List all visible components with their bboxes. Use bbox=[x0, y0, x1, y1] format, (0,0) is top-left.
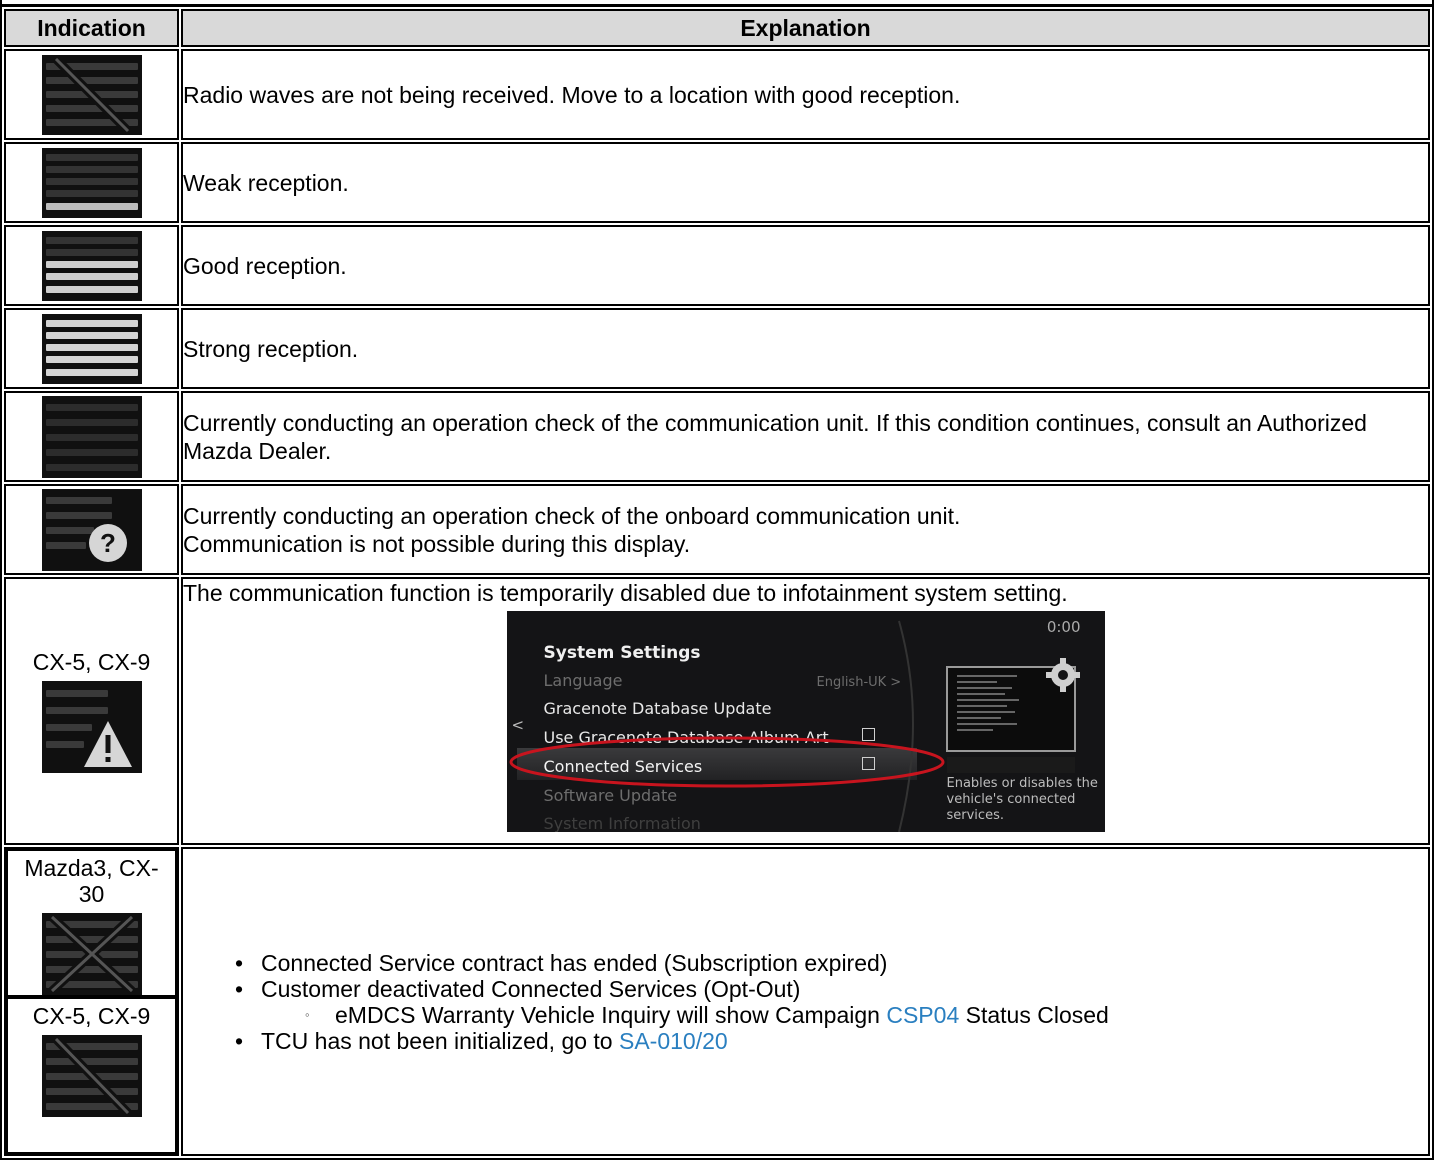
model-cell: CX-5, CX-9 bbox=[6, 997, 177, 1154]
table-row: Radio waves are not being received. Move… bbox=[4, 49, 1430, 140]
description-line: Enables or disables the bbox=[946, 776, 1098, 791]
indication-table: Indication Explanation Radio waves are n… bbox=[0, 5, 1434, 1160]
infotainment-screenshot: 0:00 System Settings Language English-UK… bbox=[506, 611, 1105, 832]
header-row: Indication Explanation bbox=[4, 9, 1430, 47]
signal-question-icon: ? bbox=[41, 488, 142, 571]
list-item-text: TCU has not been initialized, go to bbox=[261, 1027, 619, 1054]
signal-strong-icon bbox=[41, 313, 142, 384]
list-item-text: Customer deactivated Connected Services … bbox=[261, 975, 801, 1002]
signal-warning-icon bbox=[41, 681, 142, 773]
status-list: Connected Service contract has ended (Su… bbox=[235, 950, 1428, 1054]
indication-cell: CX-5, CX-9 bbox=[4, 577, 179, 845]
sub-list: eMDCS Warranty Vehicle Inquiry will show… bbox=[261, 1002, 1428, 1028]
indication-cell bbox=[4, 142, 179, 223]
explanation-cell: Currently conducting an operation check … bbox=[181, 391, 1430, 482]
signal-good-icon bbox=[41, 230, 142, 301]
signal-cross-icon bbox=[41, 913, 142, 995]
list-item: Customer deactivated Connected Services … bbox=[235, 976, 1428, 1028]
table-row: Strong reception. bbox=[4, 308, 1430, 389]
signal-weak-icon bbox=[41, 147, 142, 218]
explanation-line: Currently conducting an operation check … bbox=[183, 502, 961, 529]
table-row: CX-5, CX-9 The communication function is… bbox=[4, 577, 1430, 845]
table-row: ? Currently conducting an operation chec… bbox=[4, 484, 1430, 575]
signal-no-reception-icon bbox=[41, 54, 142, 135]
sub-item-text: Status Closed bbox=[959, 1001, 1109, 1028]
explanation-line: Communication is not possible during thi… bbox=[183, 530, 691, 557]
explanation-line: The communication function is temporaril… bbox=[183, 580, 1068, 606]
list-item: TCU has not been initialized, go to SA-0… bbox=[235, 1028, 1428, 1054]
model-label: CX-5, CX-9 bbox=[32, 1003, 151, 1029]
indication-cell bbox=[4, 308, 179, 389]
explanation-cell: Weak reception. bbox=[181, 142, 1430, 223]
explanation-cell: Connected Service contract has ended (Su… bbox=[181, 847, 1430, 1156]
model-label: CX-5, CX-9 bbox=[32, 649, 151, 675]
explanation-cell: Radio waves are not being received. Move… bbox=[181, 49, 1430, 140]
table-row: Weak reception. bbox=[4, 142, 1430, 223]
sub-item-text: eMDCS Warranty Vehicle Inquiry will show… bbox=[335, 1001, 887, 1028]
setting-description: Enables or disables the vehicle's connec… bbox=[947, 776, 1098, 824]
explanation-cell: Good reception. bbox=[181, 225, 1430, 306]
sub-list-item: eMDCS Warranty Vehicle Inquiry will show… bbox=[305, 1002, 1428, 1028]
model-label: Mazda3, CX-30 bbox=[24, 855, 159, 907]
indication-cell bbox=[4, 49, 179, 140]
sa-010-20-link[interactable]: SA-010/20 bbox=[619, 1028, 728, 1054]
csp04-link[interactable]: CSP04 bbox=[886, 1002, 959, 1028]
table-row: Mazda3, CX-30 CX-5, CX-9 • Connected Ser… bbox=[4, 847, 1430, 1156]
explanation-header: Explanation bbox=[181, 9, 1430, 47]
description-line: vehicle's connected bbox=[946, 792, 1076, 807]
indication-cell bbox=[4, 391, 179, 482]
model-cell: Mazda3, CX-30 bbox=[6, 849, 177, 997]
description-line: services. bbox=[946, 808, 1004, 823]
explanation-cell: Strong reception. bbox=[181, 308, 1430, 389]
indication-cell: Mazda3, CX-30 CX-5, CX-9 bbox=[4, 847, 179, 1156]
table-row: Currently conducting an operation check … bbox=[4, 391, 1430, 482]
list-item: Connected Service contract has ended (Su… bbox=[235, 950, 1428, 976]
model-subtable: Mazda3, CX-30 CX-5, CX-9 bbox=[6, 849, 177, 1154]
signal-checking-icon bbox=[41, 395, 142, 478]
svg-text:?: ? bbox=[100, 528, 116, 558]
explanation-cell: Currently conducting an operation check … bbox=[181, 484, 1430, 575]
table-row: Good reception. bbox=[4, 225, 1430, 306]
signal-no-reception-icon bbox=[41, 1035, 142, 1117]
indication-cell bbox=[4, 225, 179, 306]
indication-cell: ? bbox=[4, 484, 179, 575]
indication-header: Indication bbox=[4, 9, 179, 47]
explanation-cell: The communication function is temporaril… bbox=[181, 577, 1430, 845]
